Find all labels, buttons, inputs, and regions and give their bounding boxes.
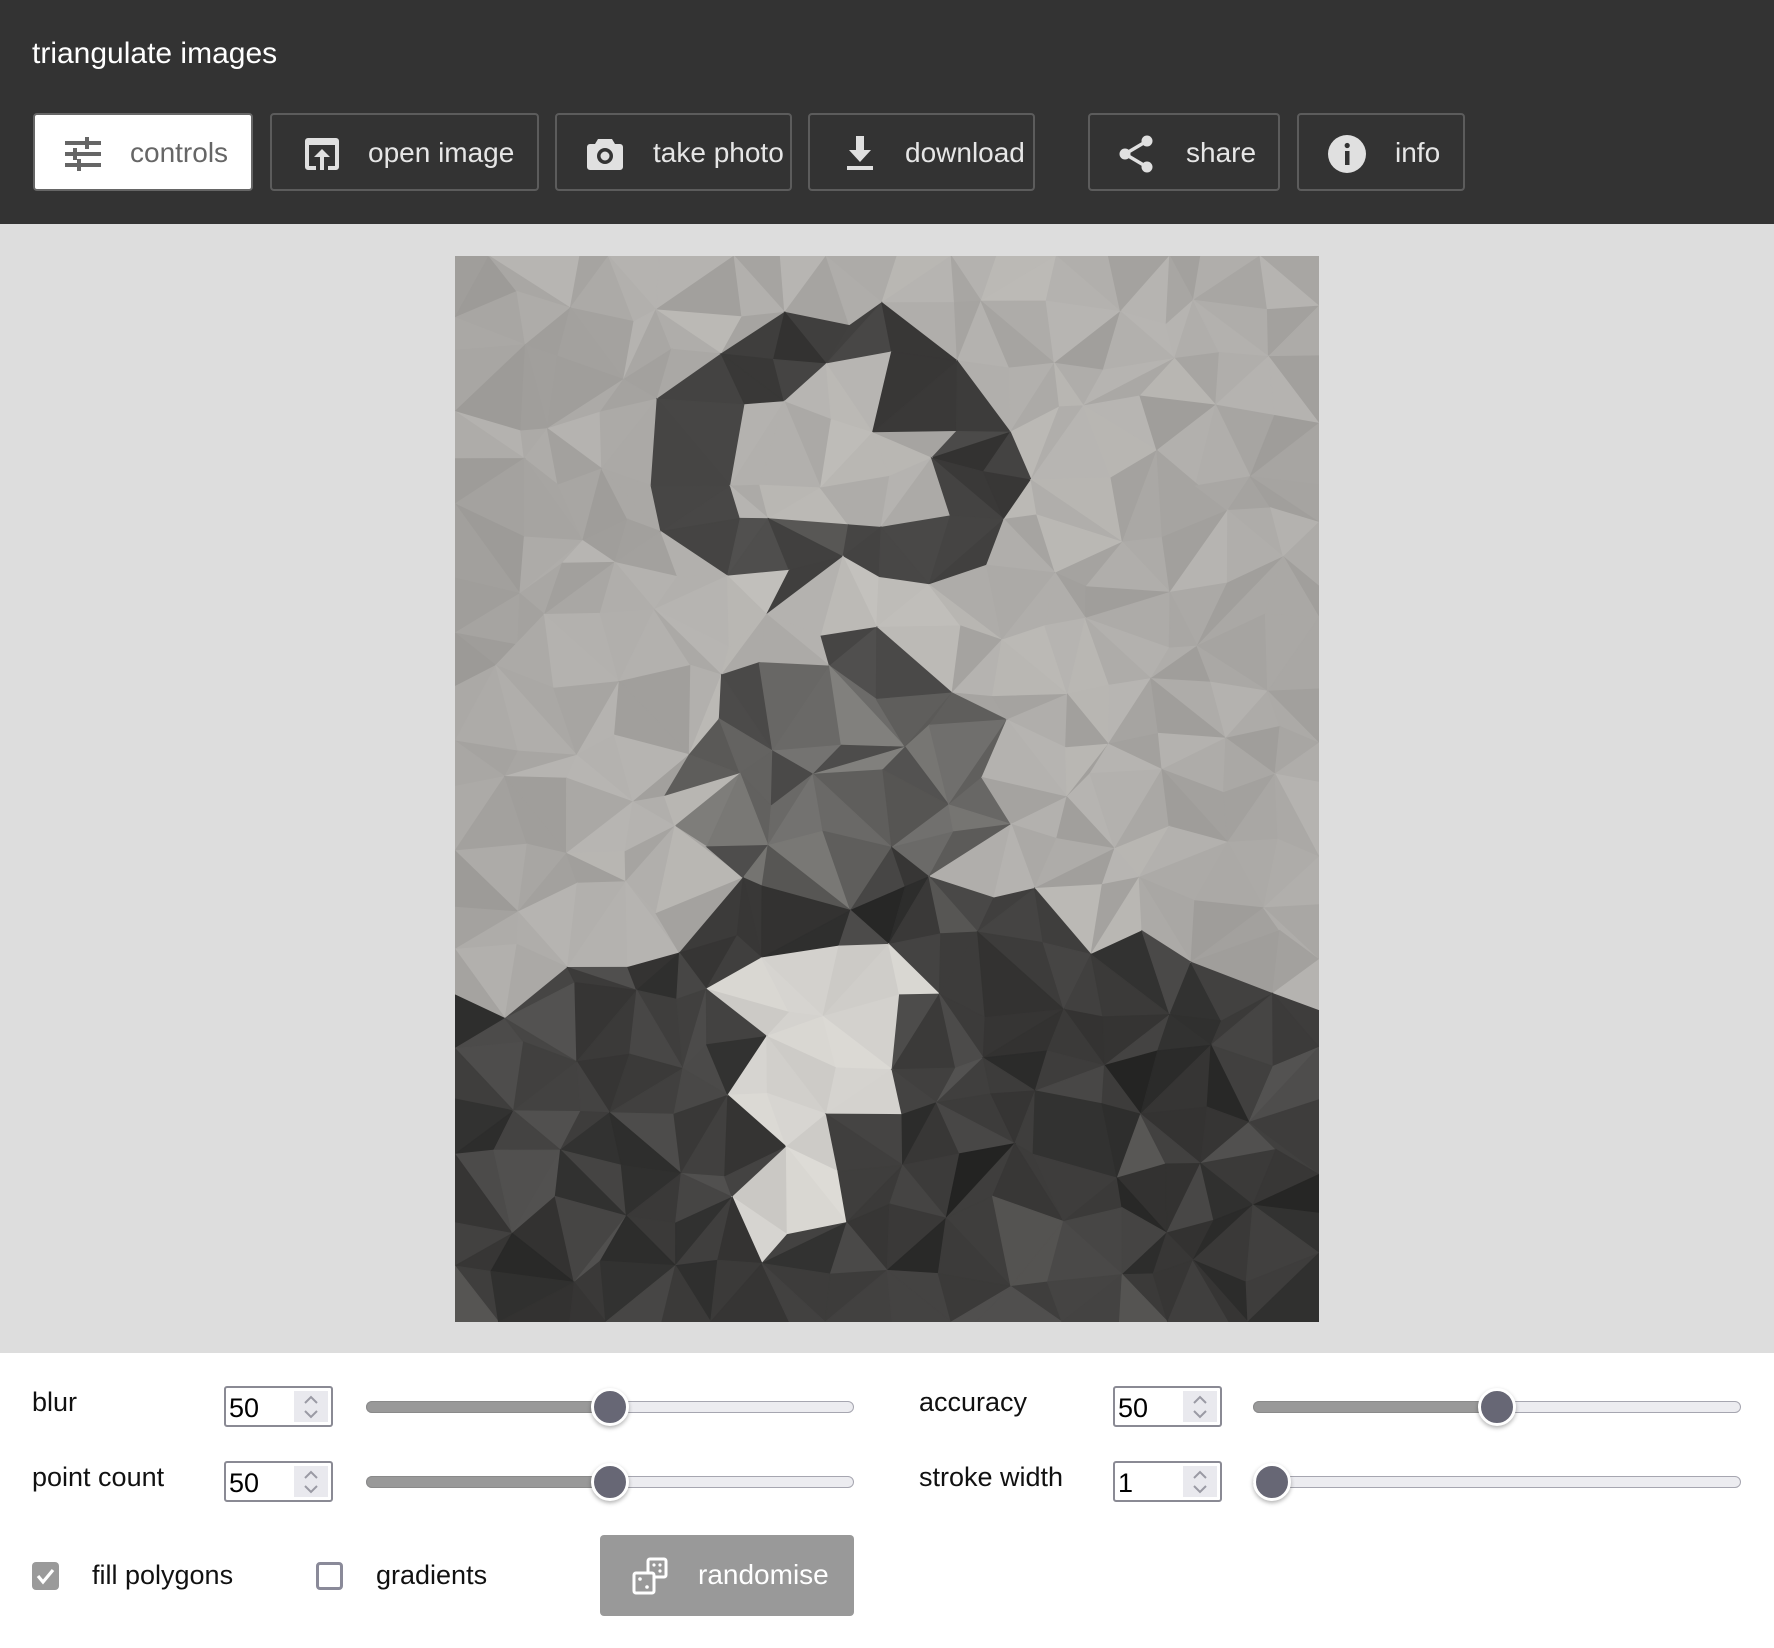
info-icon — [1328, 135, 1366, 173]
share-button-label: share — [1186, 137, 1257, 168]
controls-button-label: controls — [130, 137, 229, 168]
take-photo-button[interactable]: take photo — [555, 113, 792, 191]
download-icon — [847, 136, 873, 170]
accuracy-input[interactable]: 50 — [1113, 1386, 1222, 1427]
download-button[interactable]: download — [808, 113, 1035, 191]
accuracy-label: accuracy — [919, 1387, 1028, 1417]
blur-value: 50 — [229, 1393, 260, 1423]
randomise-button[interactable]: randomise — [600, 1535, 854, 1616]
slider-thumb[interactable] — [1253, 1463, 1291, 1501]
point-count-slider[interactable] — [366, 1463, 854, 1501]
spinner-arrows-icon — [304, 1470, 318, 1494]
accuracy-value: 50 — [1118, 1393, 1149, 1423]
fill-polygons-label[interactable]: fill polygons — [92, 1558, 233, 1592]
triangulated-image — [455, 256, 1319, 1322]
fill-polygons-checkbox[interactable] — [32, 1562, 59, 1590]
point-count-label: point count — [32, 1462, 165, 1492]
spinner-arrows-icon — [304, 1395, 318, 1419]
triangulated-portrait — [455, 256, 1319, 1322]
upload-icon — [305, 138, 339, 170]
dice-icon — [632, 1557, 668, 1595]
share-icon — [1119, 135, 1153, 173]
image-stage — [0, 224, 1774, 1353]
blur-input[interactable]: 50 — [224, 1386, 333, 1427]
checkmark-icon — [36, 1568, 55, 1585]
stroke-width-input[interactable]: 1 — [1113, 1461, 1222, 1502]
blur-spinner[interactable] — [294, 1391, 328, 1422]
spinner-arrows-icon — [1193, 1395, 1207, 1419]
stroke-width-spinner[interactable] — [1183, 1466, 1217, 1497]
slider-fill — [366, 1476, 610, 1488]
blur-slider[interactable] — [366, 1388, 854, 1426]
spinner-arrows-icon — [1193, 1470, 1207, 1494]
accuracy-spinner[interactable] — [1183, 1391, 1217, 1422]
slider-fill — [366, 1401, 610, 1413]
stroke-width-label: stroke width — [919, 1462, 1064, 1492]
gradients-label[interactable]: gradients — [376, 1558, 487, 1592]
info-button[interactable]: info — [1297, 113, 1465, 191]
app-title: triangulate images — [32, 37, 278, 70]
camera-icon — [587, 139, 623, 170]
share-button[interactable]: share — [1088, 113, 1280, 191]
open-image-button-label: open image — [368, 137, 515, 168]
slider-thumb[interactable] — [1478, 1388, 1516, 1426]
accuracy-slider[interactable] — [1253, 1388, 1741, 1426]
sliders-icon — [65, 137, 101, 171]
download-button-label: download — [905, 137, 1025, 168]
info-button-label: info — [1395, 137, 1441, 168]
slider-thumb[interactable] — [591, 1388, 629, 1426]
slider-thumb[interactable] — [591, 1463, 629, 1501]
point-count-value: 50 — [229, 1468, 260, 1498]
blur-label: blur — [32, 1387, 78, 1417]
point-count-spinner[interactable] — [294, 1466, 328, 1497]
randomise-button-label: randomise — [698, 1559, 829, 1590]
controls-button[interactable]: controls — [33, 113, 253, 191]
slider-track — [1253, 1476, 1741, 1488]
gradients-checkbox[interactable] — [316, 1562, 343, 1590]
open-image-button[interactable]: open image — [270, 113, 539, 191]
stroke-width-value: 1 — [1118, 1468, 1134, 1498]
take-photo-button-label: take photo — [653, 137, 784, 168]
slider-fill — [1253, 1401, 1497, 1413]
point-count-input[interactable]: 50 — [224, 1461, 333, 1502]
app-header: triangulate images controls open image t… — [0, 0, 1774, 224]
stroke-width-slider[interactable] — [1253, 1463, 1741, 1501]
